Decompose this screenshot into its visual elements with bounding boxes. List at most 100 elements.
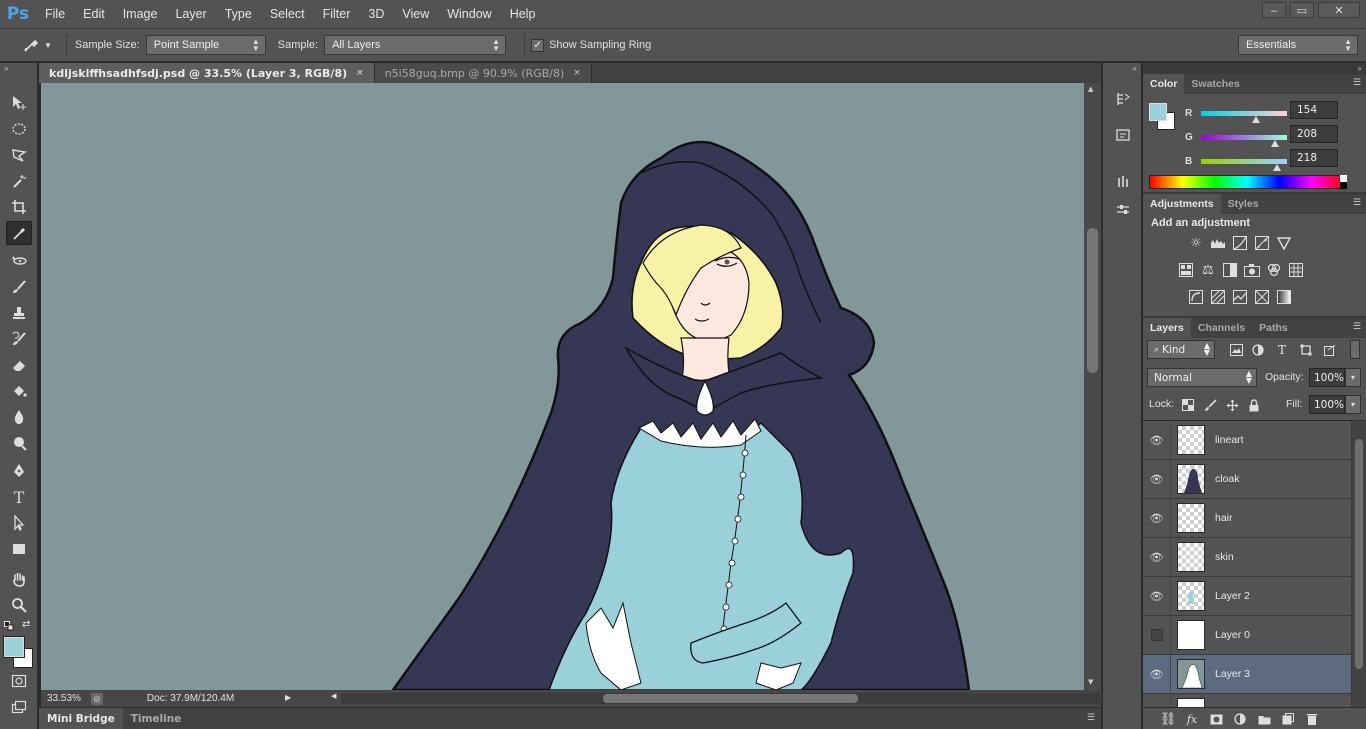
new-adjustment-icon[interactable] [1231,711,1249,727]
curves-icon[interactable] [1231,235,1249,251]
fill-dropdown-icon[interactable]: ▾ [1345,395,1361,414]
red-value[interactable]: 154 [1290,101,1338,119]
foreground-color-swatch[interactable] [3,636,25,658]
expand-icon[interactable]: « [1132,64,1137,73]
invert-icon[interactable] [1187,289,1205,305]
swap-colors-icon[interactable]: ⇄ [22,619,30,630]
tab-channels[interactable]: Channels [1191,318,1252,338]
layer-row-skin[interactable]: 👁 skin [1143,537,1351,577]
dodge-tool-icon[interactable] [6,431,32,455]
vertical-scroll-thumb[interactable] [1087,228,1098,373]
lasso-tool-icon[interactable] [6,143,32,167]
default-colors-icon[interactable] [4,621,14,631]
layer-row-cloak[interactable]: 👁 cloak [1143,459,1351,499]
path-selection-tool-icon[interactable] [6,511,32,535]
tab-paths[interactable]: Paths [1252,318,1295,338]
visibility-eye-icon[interactable]: 👁 [1143,576,1171,616]
opacity-dropdown-icon[interactable]: ▾ [1345,368,1361,387]
layer-name[interactable]: Layer 3 [1215,668,1250,680]
green-value[interactable]: 208 [1290,125,1338,143]
hand-tool-icon[interactable] [6,567,32,591]
visibility-eye-icon[interactable]: 👁 [1143,498,1171,538]
tab-timeline[interactable]: Timeline [123,708,190,729]
red-track[interactable] [1201,111,1287,116]
filter-pixel-icon[interactable] [1227,342,1245,358]
filter-smart-object-icon[interactable] [1321,342,1339,358]
doc-tab-bmp[interactable]: n5i58guq.bmp @ 90.9% (RGB/8) × [374,63,592,83]
pen-tool-icon[interactable] [6,459,32,483]
black-white-ramp[interactable] [1340,175,1347,189]
eyedropper-tool-icon[interactable] [6,221,32,245]
new-layer-icon[interactable] [1279,711,1297,727]
magic-wand-tool-icon[interactable] [6,169,32,193]
history-panel-icon[interactable] [1111,87,1135,111]
visibility-eye-icon[interactable] [1143,693,1171,707]
red-slider[interactable]: R 154 [1151,101,1361,123]
layer-style-icon[interactable]: fx [1183,711,1201,727]
history-brush-tool-icon[interactable] [6,327,32,351]
selective-color-icon[interactable] [1253,289,1271,305]
sample-size-select[interactable]: Point Sample ▲ ▼ [145,35,266,55]
layers-scrollbar[interactable] [1352,421,1366,707]
black-white-icon[interactable] [1221,262,1239,278]
layers-scroll-thumb[interactable] [1355,439,1363,669]
visibility-eye-icon[interactable]: 👁 [1143,654,1171,694]
paint-bucket-tool-icon[interactable] [6,379,32,403]
layer-row-layer-0[interactable]: Layer 0 [1143,615,1351,655]
threshold-icon[interactable] [1231,289,1249,305]
horizontal-scrollbar[interactable]: ◀ ▶ [331,693,1131,704]
quick-mask-icon[interactable] [6,669,32,693]
close-tab-icon[interactable]: × [356,68,364,78]
screen-mode-icon[interactable] [6,695,32,719]
layer-name[interactable]: hair [1215,512,1233,524]
document-canvas[interactable] [41,83,1084,690]
tab-adjustments[interactable]: Adjustments [1143,194,1221,214]
zoom-level[interactable]: 33.53% [47,693,81,704]
color-balance-icon[interactable]: ⚖ [1199,262,1217,278]
layer-row-hair[interactable]: 👁 hair [1143,498,1351,538]
zoom-tool-icon[interactable] [6,593,32,617]
lock-all-icon[interactable] [1245,397,1263,413]
layer-row-partial[interactable] [1143,693,1351,707]
scroll-left-icon[interactable]: ◀ [331,692,336,700]
sample-select[interactable]: All Layers ▲ ▼ [324,35,507,55]
link-layers-icon[interactable]: ⛓ [1159,711,1177,727]
layer-filter-kind[interactable]: ⌕ Kind ▲ ▼ [1147,340,1215,359]
red-knob[interactable] [1252,116,1260,123]
menu-image[interactable]: Image [114,7,167,21]
tool-preset-arrow-icon[interactable]: ▼ [44,41,52,50]
levels-icon[interactable] [1209,235,1227,251]
marquee-tool-icon[interactable] [6,117,32,141]
menu-edit[interactable]: Edit [74,7,114,21]
properties-panel-icon[interactable] [1111,123,1135,147]
tab-styles[interactable]: Styles [1221,194,1266,214]
exposure-icon[interactable] [1253,235,1271,251]
blur-tool-icon[interactable] [6,405,32,429]
layer-name[interactable]: skin [1215,551,1234,563]
doc-tab-psd[interactable]: kdljsklffhsadhfsdj.psd @ 33.5% (Layer 3,… [39,63,375,83]
scroll-down-icon[interactable]: ▼ [1088,678,1093,686]
preview-icon[interactable]: ◎ [90,692,103,705]
menu-layer[interactable]: Layer [166,7,215,21]
hue-saturation-icon[interactable] [1177,262,1195,278]
close-tab-icon[interactable]: × [573,68,581,78]
menu-filter[interactable]: Filter [314,7,360,21]
filter-adjustment-icon[interactable] [1249,342,1267,358]
menu-select[interactable]: Select [261,7,314,21]
fill-value[interactable]: 100% [1309,395,1345,414]
channel-mixer-icon[interactable] [1265,262,1283,278]
tool-preset-picker[interactable] [18,34,44,56]
visibility-eye-icon[interactable]: 👁 [1143,537,1171,577]
vibrance-icon[interactable] [1275,235,1293,251]
layer-name[interactable]: Layer 2 [1215,590,1250,602]
layer-row-layer-3[interactable]: 👁 Layer 3 [1143,654,1351,694]
opacity-value[interactable]: 100% [1309,368,1345,387]
panel-menu-icon[interactable]: ☰ [1353,198,1361,208]
visibility-eye-icon[interactable]: 👁 [1143,459,1171,499]
close-window-button[interactable]: ✕ [1318,2,1360,18]
collapse-icon[interactable]: » [4,64,9,73]
blue-value[interactable]: 218 [1290,149,1338,167]
eraser-tool-icon[interactable] [6,353,32,377]
move-tool-icon[interactable] [6,91,32,115]
layer-row-layer-2[interactable]: 👁 Layer 2 [1143,576,1351,616]
